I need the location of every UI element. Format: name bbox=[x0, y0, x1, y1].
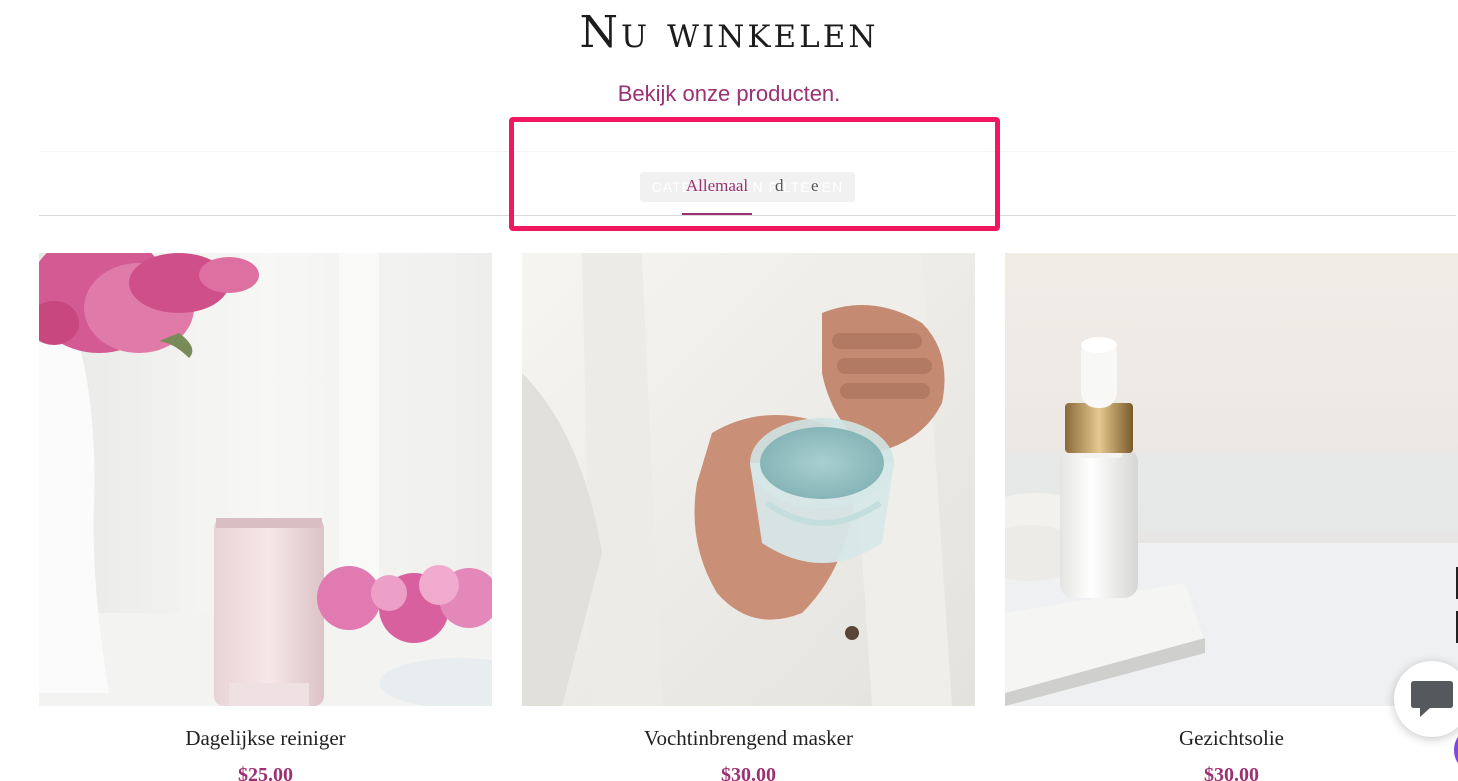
chat-bubble-icon bbox=[1411, 681, 1453, 717]
product-image-oil[interactable] bbox=[1005, 253, 1458, 706]
product-name[interactable]: Vochtinbrengend masker bbox=[522, 724, 975, 752]
product-image-mask[interactable] bbox=[522, 253, 975, 706]
product-price: $30.00 bbox=[1204, 764, 1259, 781]
product-name[interactable]: Dagelijkse reiniger bbox=[39, 724, 492, 752]
section-divider bbox=[39, 151, 1456, 152]
tabs-underline-rule bbox=[39, 215, 1456, 216]
product-name[interactable]: Gezichtsolie bbox=[1005, 724, 1458, 752]
product-price: $30.00 bbox=[721, 764, 776, 781]
product-card[interactable]: Gezichtsolie $30.00 bbox=[1005, 253, 1458, 781]
page-title: Nu winkelen bbox=[579, 7, 879, 58]
product-card[interactable]: Dagelijkse reiniger $25.00 bbox=[39, 253, 492, 781]
tab-ghost-fragment[interactable]: e bbox=[811, 173, 819, 199]
tab-ghost-fragment[interactable]: d bbox=[775, 173, 784, 199]
page-subtitle: Bekijk onze producten. bbox=[617, 81, 841, 106]
product-card[interactable]: Vochtinbrengend masker $30.00 bbox=[522, 253, 975, 781]
tab-all[interactable]: Allemaal bbox=[682, 173, 752, 215]
product-price: $25.00 bbox=[238, 764, 293, 781]
product-image-cleanser[interactable] bbox=[39, 253, 492, 706]
